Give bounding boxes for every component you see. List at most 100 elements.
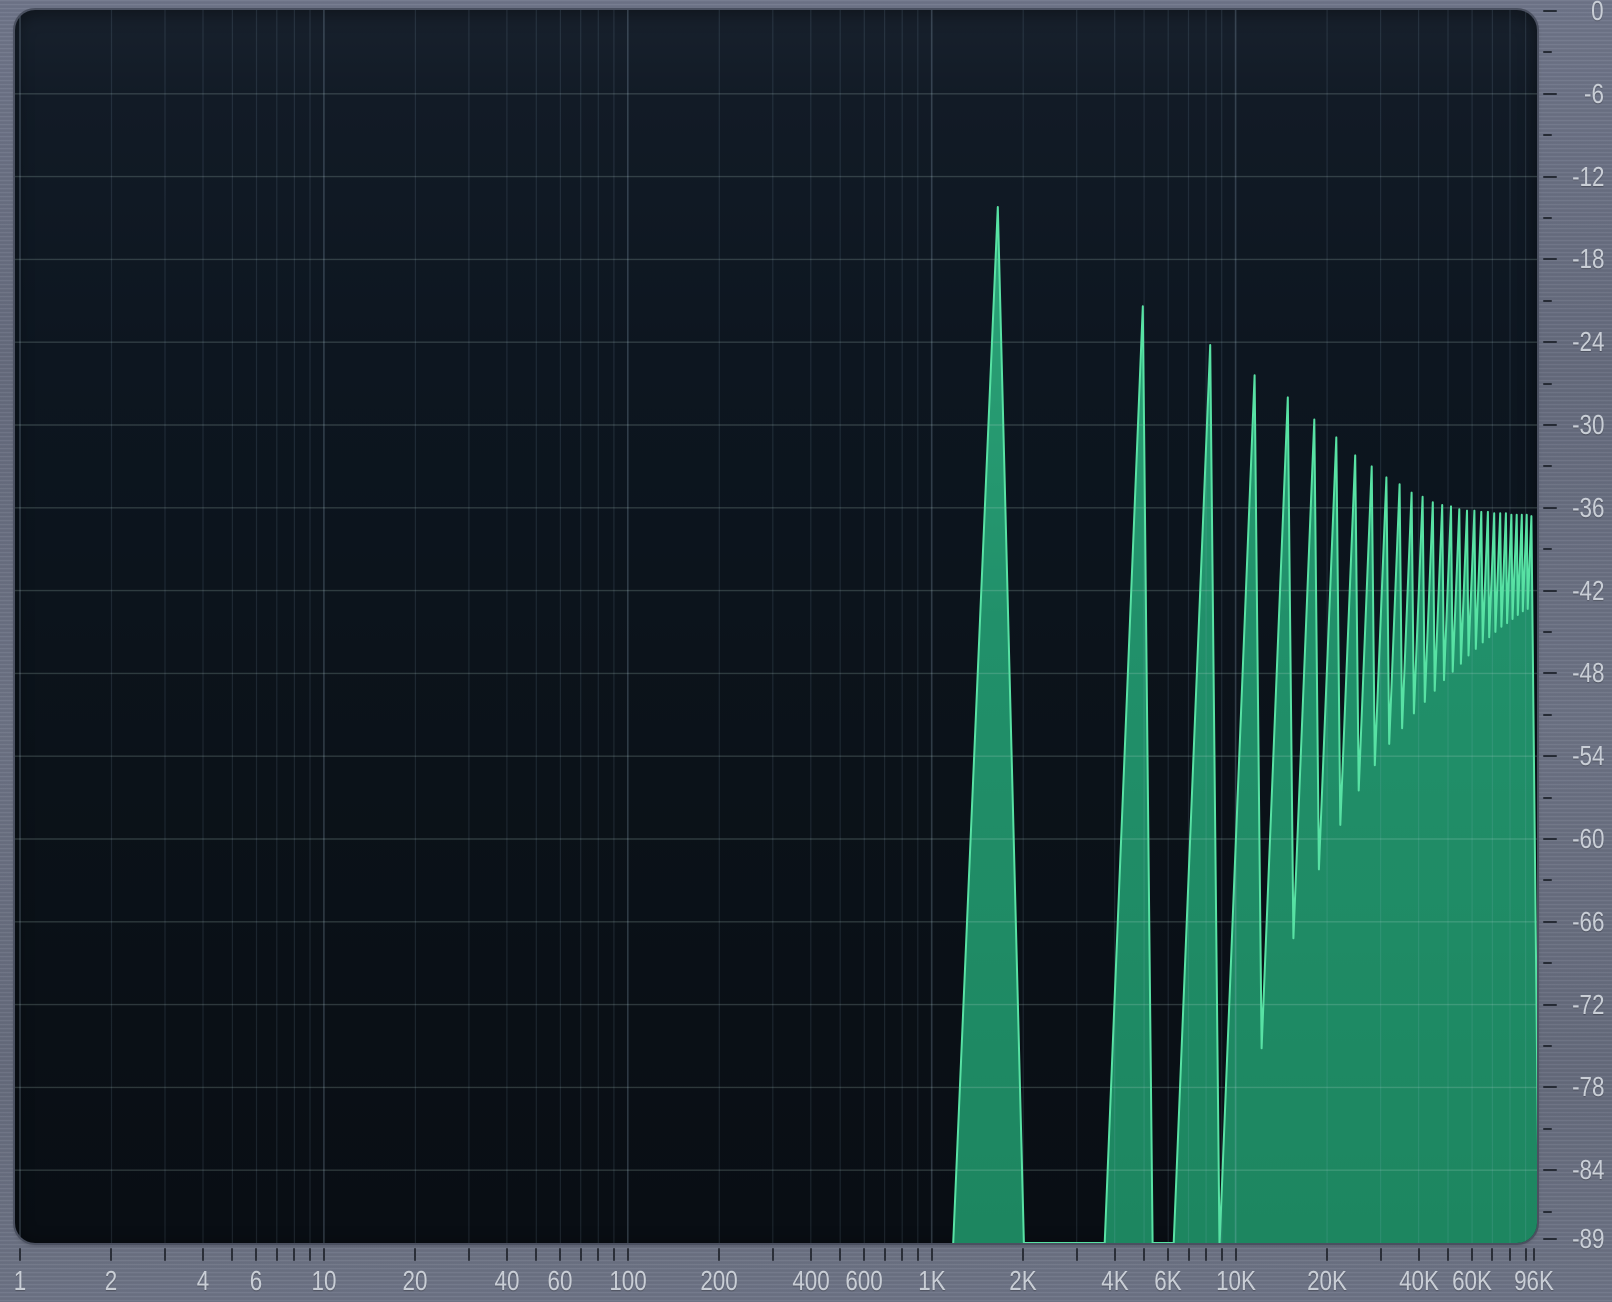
frequency-tick [626, 1248, 629, 1261]
frequency-axis-label: 400 [792, 1265, 830, 1296]
frequency-tick [1533, 1248, 1536, 1261]
frequency-axis-label: 200 [700, 1265, 738, 1296]
frequency-axis-label: 4 [196, 1265, 210, 1296]
db-axis-label: -42 [1571, 574, 1604, 606]
db-minor-tick [1543, 465, 1552, 468]
db-axis-label: -12 [1571, 160, 1604, 192]
db-axis-label: -6 [1584, 77, 1604, 109]
frequency-tick [110, 1248, 113, 1261]
db-major-tick [1543, 755, 1557, 758]
frequency-tick [1220, 1248, 1223, 1261]
frequency-axis-label: 1 [13, 1265, 27, 1296]
db-major-tick [1543, 1003, 1557, 1006]
db-minor-tick [1543, 299, 1552, 302]
db-major-tick [1543, 175, 1557, 178]
db-minor-tick [1543, 134, 1552, 137]
frequency-tick [916, 1248, 919, 1261]
frequency-axis-label: 60 [547, 1265, 573, 1296]
frequency-tick [1205, 1248, 1208, 1261]
frequency-axis-label: 40K [1398, 1265, 1439, 1296]
frequency-tick [1491, 1248, 1494, 1261]
frequency-axis-label: 20K [1307, 1265, 1348, 1296]
db-major-tick [1543, 506, 1557, 509]
frequency-tick [1509, 1248, 1512, 1261]
db-minor-tick [1543, 631, 1552, 633]
frequency-tick [535, 1248, 538, 1261]
db-axis-label: -30 [1571, 409, 1604, 440]
frequency-axis-label: 10 [311, 1265, 337, 1296]
db-minor-tick [1543, 1045, 1552, 1047]
db-minor-tick [1543, 217, 1552, 219]
db-major-tick [1543, 1086, 1557, 1089]
frequency-tick [883, 1248, 886, 1261]
frequency-tick [930, 1248, 933, 1261]
db-axis-label: -36 [1571, 491, 1604, 523]
db-major-tick [1543, 589, 1557, 592]
spectrum-analyzer-panel: 0 -6 -12 -18 -24 -30 -36 -42 -48 -54 -60 -66 -72 -78 -… [0, 0, 1612, 1302]
frequency-axis-label: 100 [609, 1265, 647, 1296]
frequency-tick [579, 1248, 582, 1261]
db-major-tick [1543, 920, 1557, 923]
frequency-axis-label: 10K [1215, 1265, 1256, 1296]
frequency-tick [1187, 1248, 1190, 1261]
frequency-tick [1471, 1248, 1474, 1261]
db-minor-tick [1543, 1127, 1552, 1130]
frequency-tick [1167, 1248, 1170, 1261]
db-major-tick [1543, 1169, 1557, 1172]
frequency-tick [1326, 1248, 1329, 1261]
spectrum-display[interactable] [15, 10, 1537, 1243]
frequency-tick [414, 1248, 417, 1261]
frequency-tick [1143, 1248, 1146, 1261]
frequency-tick [863, 1248, 866, 1261]
frequency-tick [1234, 1248, 1237, 1261]
frequency-axis-label: 40 [494, 1265, 520, 1296]
db-major-tick [1543, 92, 1557, 95]
frequency-tick [231, 1248, 234, 1261]
frequency-axis-label: 4K [1100, 1265, 1129, 1296]
frequency-tick [718, 1248, 721, 1261]
frequency-axis-label: 6K [1154, 1265, 1182, 1296]
db-axis-label: -89 [1571, 1223, 1604, 1255]
frequency-axis-label: 96K [1514, 1265, 1555, 1296]
db-axis-label: 0 [1591, 0, 1604, 26]
db-axis-label: -72 [1571, 988, 1604, 1020]
frequency-axis: 1 2 4 6 10 20 40 60 100 200 400 600 1K 2K 4K 6K 10K 20K 40… [0, 1243, 1554, 1302]
db-axis-label: -84 [1571, 1154, 1604, 1186]
db-minor-tick [1543, 879, 1552, 882]
frequency-axis-label: 2K [1009, 1265, 1037, 1296]
db-major-tick [1543, 341, 1557, 344]
db-major-tick [1543, 424, 1557, 426]
frequency-tick [308, 1248, 311, 1261]
db-axis: 0 -6 -12 -18 -24 -30 -36 -42 -48 -54 -60 -66 -72 -78 -… [1537, 0, 1612, 1302]
db-axis-label: -24 [1571, 326, 1604, 358]
frequency-tick [1113, 1248, 1116, 1261]
db-major-tick [1543, 258, 1557, 261]
db-axis-label: -66 [1571, 905, 1604, 937]
frequency-tick [839, 1248, 842, 1261]
frequency-tick [275, 1248, 278, 1261]
frequency-tick [559, 1248, 562, 1261]
db-minor-tick [1543, 51, 1552, 54]
frequency-tick [1075, 1248, 1078, 1261]
db-axis-label: -54 [1571, 740, 1604, 772]
frequency-tick [467, 1248, 470, 1261]
db-minor-tick [1543, 796, 1552, 799]
frequency-axis-label: 600 [845, 1265, 883, 1296]
frequency-tick [1447, 1248, 1450, 1261]
db-axis-label: -60 [1571, 823, 1604, 854]
frequency-tick [255, 1248, 258, 1261]
frequency-tick [19, 1248, 21, 1261]
frequency-axis-label: 1K [917, 1265, 946, 1296]
frequency-tick [1524, 1248, 1527, 1261]
db-axis-label: -18 [1571, 243, 1604, 275]
db-major-tick [1543, 838, 1557, 840]
frequency-tick [293, 1248, 296, 1261]
frequency-tick [163, 1248, 166, 1261]
frequency-tick [505, 1248, 508, 1261]
db-minor-tick [1543, 713, 1552, 716]
db-major-tick [1543, 1238, 1557, 1241]
db-axis-label: -78 [1571, 1071, 1604, 1103]
db-major-tick [1543, 10, 1557, 12]
db-minor-tick [1543, 382, 1552, 385]
frequency-tick [1379, 1248, 1382, 1261]
